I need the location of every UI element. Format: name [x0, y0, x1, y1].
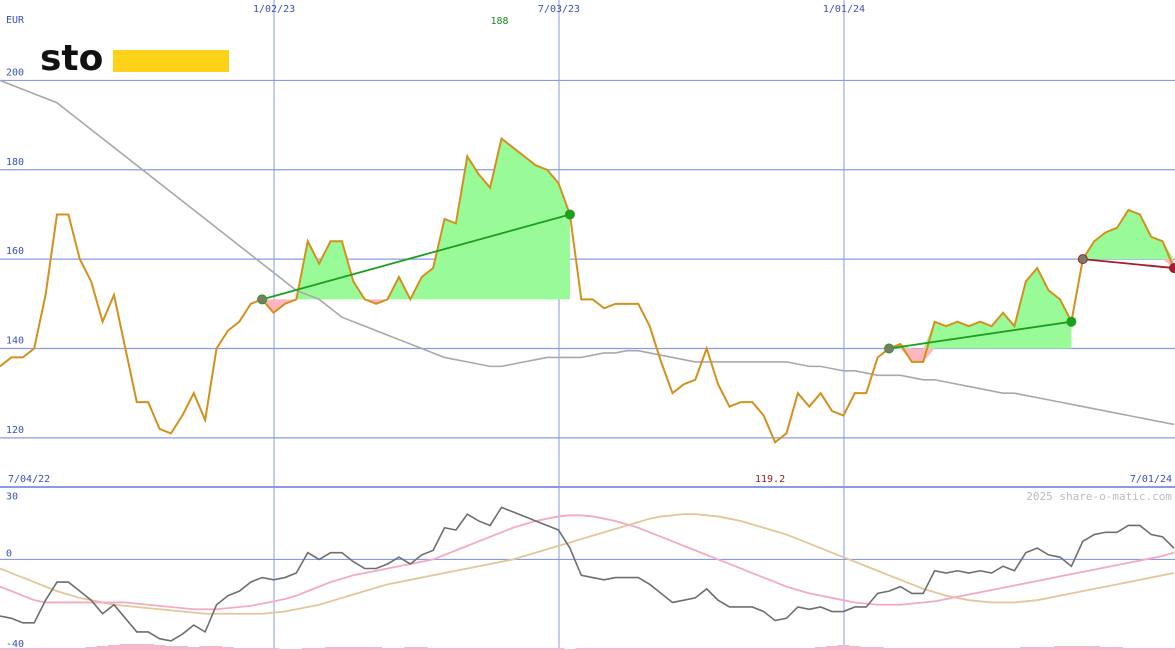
trade-gain-area — [262, 138, 570, 300]
trade-entry-marker — [1077, 254, 1088, 265]
price-moving-average-line — [0, 79, 1175, 426]
price-axis-unit-label: EUR — [6, 15, 25, 26]
trade-loss-area — [262, 299, 570, 313]
brand-accent-bar — [113, 50, 229, 72]
volume-bar — [142, 644, 155, 650]
volume-bar — [153, 645, 166, 650]
oscillator-tick-label: -40 — [6, 639, 24, 650]
volume-bar — [837, 645, 850, 650]
volume-bar — [826, 646, 838, 650]
volume-bar — [1088, 646, 1101, 650]
volume-bar — [176, 646, 189, 650]
price-low-annotation: 119.2 — [755, 474, 785, 485]
trade-line — [1082, 258, 1175, 269]
oscillator-fast-average-line — [0, 514, 1175, 611]
trade-entry-marker — [257, 294, 268, 305]
volume-bar — [199, 646, 212, 650]
volume-bar — [1054, 646, 1066, 650]
date-tick-label: 7/03/23 — [538, 4, 580, 15]
brand-logo-text: sto — [40, 38, 103, 79]
volume-bar — [130, 644, 143, 650]
date-tick-label: 1/02/23 — [253, 4, 295, 15]
watermark: 2025 share-o-matic.com — [1026, 490, 1172, 503]
volume-bar — [108, 645, 120, 650]
oscillator-line — [0, 506, 1175, 642]
trade-entry-marker — [884, 343, 895, 354]
price-line — [0, 136, 1175, 444]
volume-bar — [1065, 646, 1078, 650]
price-tick-label: 180 — [6, 157, 24, 168]
trade-loss-area — [889, 348, 1072, 362]
oscillator-slow-average-line — [0, 513, 1175, 615]
x-axis-end-label: 7/01/24 — [1130, 474, 1172, 485]
stock-chart: 120 140 160 180 200 1/02/23 7/03/23 1/01/24 30 0 -… — [0, 0, 1175, 650]
volume-bar — [165, 646, 177, 650]
trade-exit-marker — [1169, 263, 1175, 274]
date-tick-label: 1/01/24 — [823, 4, 865, 15]
volume-bar — [210, 646, 223, 650]
trade-exit-marker — [564, 209, 575, 220]
trade-gain-area — [1082, 209, 1174, 260]
price-tick-label: 120 — [6, 425, 24, 436]
oscillator-tick-label: 0 — [6, 548, 12, 559]
x-axis-start-label: 7/04/22 — [8, 474, 50, 485]
oscillator-tick-label: 30 — [6, 492, 18, 503]
price-high-annotation: 188 — [490, 16, 508, 27]
volume-bar — [96, 646, 109, 650]
price-tick-label: 140 — [6, 335, 24, 346]
volume-bar — [848, 646, 861, 650]
price-tick-label: 160 — [6, 246, 24, 257]
chart-canvas: 120 140 160 180 200 1/02/23 7/03/23 1/01/24 30 0 -… — [0, 0, 1175, 650]
volume-bar — [119, 644, 132, 650]
volume-bar — [1076, 646, 1089, 650]
price-tick-label: 200 — [6, 67, 24, 78]
trade-exit-marker — [1066, 316, 1077, 327]
